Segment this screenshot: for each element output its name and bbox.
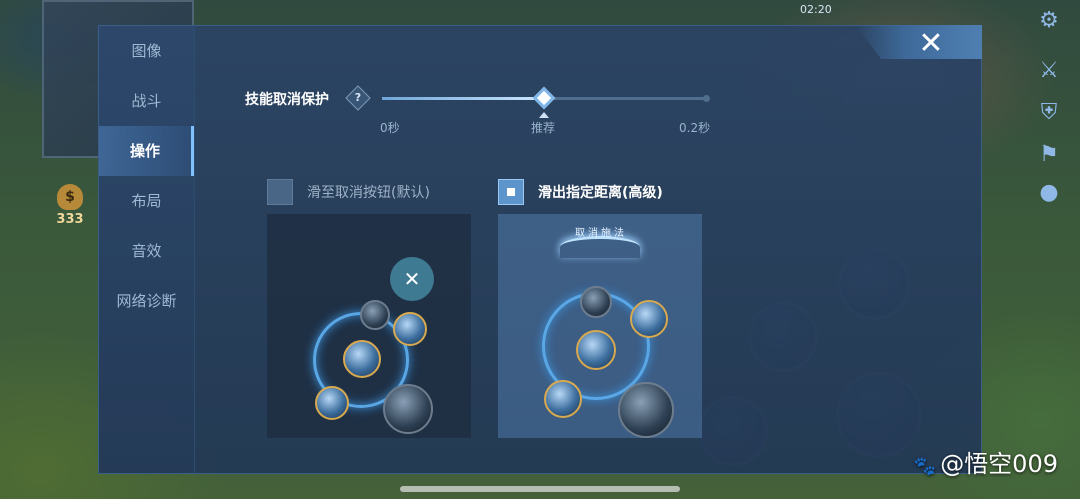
checkbox[interactable]: [267, 179, 293, 205]
checkbox-checked[interactable]: [498, 179, 524, 205]
home-indicator[interactable]: [400, 486, 680, 492]
preview-slide-distance: 取消施法: [498, 214, 702, 438]
sidebar-item-graphics[interactable]: 图像: [99, 26, 194, 76]
hero-portrait-icon: [630, 300, 668, 338]
sidebar-item-network[interactable]: 网络诊断: [99, 276, 194, 326]
slider-min-label: 0秒: [380, 121, 400, 135]
cancel-arc-label: 取消施法: [575, 228, 627, 239]
settings-sidebar: 图像 战斗 操作 布局 音效 网络诊断: [99, 26, 195, 473]
skill-icon: [580, 286, 612, 318]
protection-slider[interactable]: [382, 86, 710, 110]
option-label: 滑出指定距离(高级): [538, 185, 663, 201]
sidebar-item-controls[interactable]: 操作: [99, 126, 194, 176]
close-icon[interactable]: ✕: [913, 28, 949, 60]
sword-skill-icon: [383, 384, 433, 434]
gear-icon[interactable]: ⚙: [1034, 6, 1064, 36]
slider-max-label: 0.2秒: [679, 121, 711, 135]
cancel-button-icon: ✕: [390, 257, 434, 301]
slider-thumb[interactable]: [532, 86, 556, 110]
settings-modal: 图像 战斗 操作 布局 音效 网络诊断 ✕ 技能取消保护 ? 0秒 推荐 0.2…: [98, 25, 982, 474]
skill-cancel-protection-label: 技能取消保护: [245, 92, 329, 108]
slider-fill: [382, 97, 544, 100]
option-label: 滑至取消按钮(默认): [307, 185, 430, 201]
right-hud: ⚙ ⚔ ⛨ ⚑ ●: [1020, 0, 1080, 499]
money-bag-icon: $: [57, 184, 83, 210]
crossed-swords-icon: [576, 330, 616, 370]
sidebar-item-layout[interactable]: 布局: [99, 176, 194, 226]
match-time: 02:20: [800, 3, 832, 16]
preview-slide-to-cancel: ✕: [267, 214, 471, 438]
skill-icon: [315, 386, 349, 420]
slider-end: [703, 95, 710, 102]
flag-icon[interactable]: ⚑: [1034, 140, 1064, 170]
crossed-swords-icon: [343, 340, 381, 378]
gold-value: 333: [56, 212, 84, 227]
sword-icon[interactable]: ⚔: [1034, 56, 1064, 86]
slider-recommend-label: 推荐: [531, 121, 556, 135]
recommend-arrow-icon: [539, 112, 549, 118]
shield-icon[interactable]: ⛨: [1034, 98, 1064, 128]
skill-icon: [544, 380, 582, 418]
sidebar-item-combat[interactable]: 战斗: [99, 76, 194, 126]
option-slide-to-cancel[interactable]: 滑至取消按钮(默认): [267, 179, 430, 205]
help-icon[interactable]: ?: [345, 85, 371, 111]
sword-skill-icon: [618, 382, 674, 438]
paw-icon: 🐾: [913, 456, 937, 477]
watermark: 🐾 @悟空009: [914, 444, 1058, 479]
option-slide-distance[interactable]: 滑出指定距离(高级): [498, 179, 663, 205]
gold-counter: $ 333: [44, 178, 96, 238]
help-glyph: ?: [354, 91, 362, 104]
hero-portrait-icon: [393, 312, 427, 346]
skill-icon: [360, 300, 390, 330]
watermark-text: @悟空009: [940, 450, 1058, 478]
sidebar-item-sound[interactable]: 音效: [99, 226, 194, 276]
chat-icon[interactable]: ●: [1034, 178, 1064, 208]
cancel-arc: [560, 236, 640, 258]
